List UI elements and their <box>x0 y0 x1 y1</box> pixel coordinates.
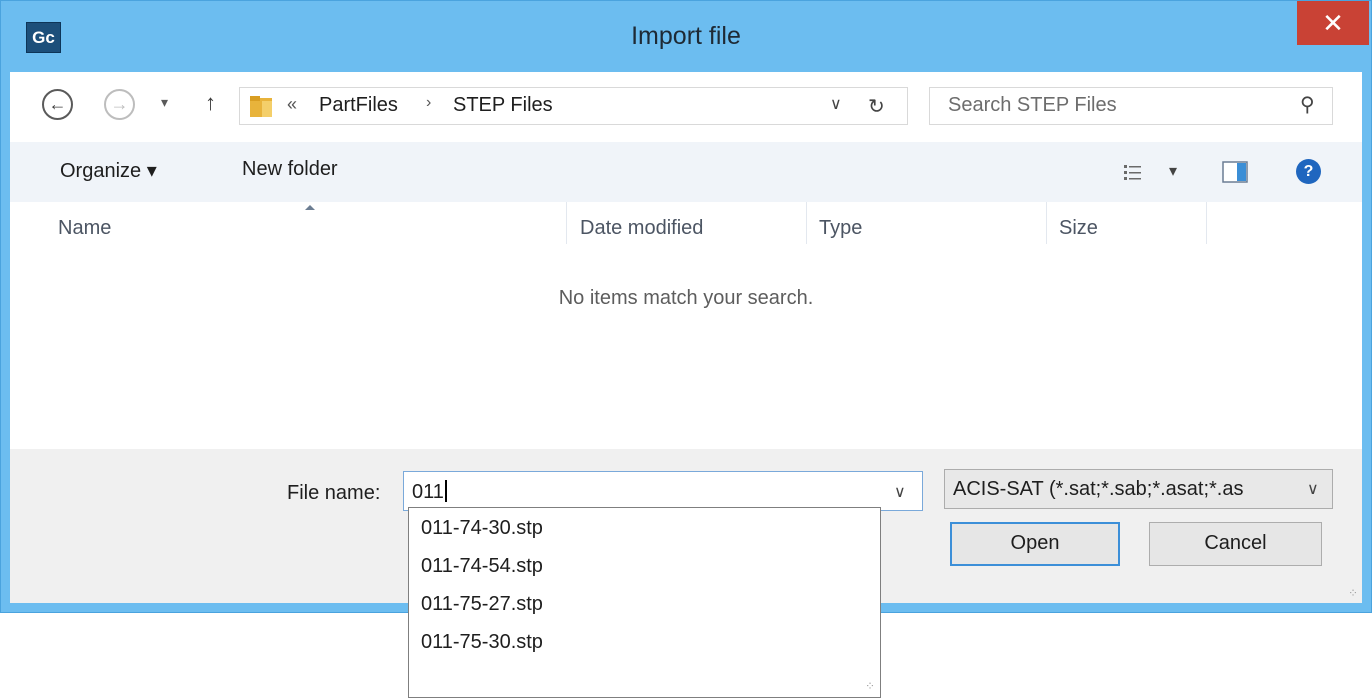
command-bar: Organize ▾ New folder ▾ ? <box>10 142 1362 202</box>
view-menu-dropdown[interactable]: ▾ <box>1169 161 1177 181</box>
file-name-input[interactable]: 011 ∨ <box>403 471 923 511</box>
suggestion-item[interactable]: 011-74-30.stp <box>421 517 543 540</box>
suggestion-item[interactable]: 011-74-54.stp <box>421 555 543 578</box>
breadcrumb-partfiles[interactable]: PartFiles <box>319 94 398 117</box>
close-button[interactable]: ✕ <box>1297 1 1369 45</box>
empty-folder-message: No items match your search. <box>558 287 814 309</box>
column-header-name[interactable]: Name <box>58 217 111 240</box>
text-caret <box>444 480 447 502</box>
new-folder-button[interactable]: New folder <box>242 158 338 181</box>
refresh-icon[interactable]: ↻ <box>868 94 885 119</box>
autocomplete-list: 011-74-30.stp 011-74-54.stp 011-75-27.st… <box>408 507 881 698</box>
navigation-bar: ← → ▾ ↑ « PartFiles › STEP Files ∨ ↻ Sea… <box>10 72 1362 137</box>
search-box[interactable]: Search STEP Files ⚲ <box>929 87 1333 125</box>
file-name-dropdown-icon[interactable]: ∨ <box>894 482 906 502</box>
cancel-button[interactable]: Cancel <box>1149 522 1322 566</box>
organize-menu[interactable]: Organize ▾ <box>60 158 157 183</box>
column-header-size[interactable]: Size <box>1059 217 1098 240</box>
view-details-icon[interactable] <box>1124 165 1142 181</box>
up-button[interactable]: ↑ <box>205 90 216 116</box>
forward-button[interactable]: → <box>104 89 135 120</box>
recent-locations-button[interactable]: ▾ <box>161 94 168 111</box>
window-title: Import file <box>631 22 741 50</box>
file-type-select[interactable]: ACIS-SAT (*.sat;*.sab;*.asat;*.as ∨ <box>944 469 1333 509</box>
column-divider[interactable] <box>1046 202 1047 244</box>
resize-grip-icon[interactable]: ⁘ <box>865 679 876 693</box>
address-bar[interactable]: « PartFiles › STEP Files ∨ ↻ <box>239 87 908 125</box>
breadcrumb-step-files[interactable]: STEP Files <box>453 94 553 117</box>
file-name-label: File name: <box>287 482 381 504</box>
column-divider[interactable] <box>806 202 807 244</box>
search-input[interactable]: Search STEP Files <box>948 94 1117 117</box>
file-type-selected[interactable]: ACIS-SAT (*.sat;*.sab;*.asat;*.as <box>953 478 1293 501</box>
file-name-value[interactable]: 011 <box>412 480 447 504</box>
address-dropdown-icon[interactable]: ∨ <box>830 94 842 114</box>
breadcrumb-overflow[interactable]: « <box>287 94 297 115</box>
back-button[interactable]: ← <box>42 89 73 120</box>
preview-pane-icon[interactable] <box>1222 161 1248 183</box>
open-button[interactable]: Open <box>950 522 1120 566</box>
column-header-date-modified[interactable]: Date modified <box>580 217 703 240</box>
resize-grip-icon[interactable]: ⁘ <box>1348 586 1359 600</box>
search-icon[interactable]: ⚲ <box>1300 92 1315 117</box>
sort-ascending-icon <box>305 205 315 210</box>
folder-icon <box>250 96 272 117</box>
suggestion-item[interactable]: 011-75-30.stp <box>421 631 543 654</box>
column-header-type[interactable]: Type <box>819 217 862 240</box>
file-type-dropdown-icon[interactable]: ∨ <box>1307 479 1319 499</box>
title-bar[interactable]: Gc Import file ✕ <box>1 1 1371 77</box>
column-divider[interactable] <box>566 202 567 244</box>
suggestion-item[interactable]: 011-75-27.stp <box>421 593 543 616</box>
column-divider[interactable] <box>1206 202 1207 244</box>
help-icon[interactable]: ? <box>1296 159 1321 184</box>
breadcrumb-separator[interactable]: › <box>426 94 431 112</box>
